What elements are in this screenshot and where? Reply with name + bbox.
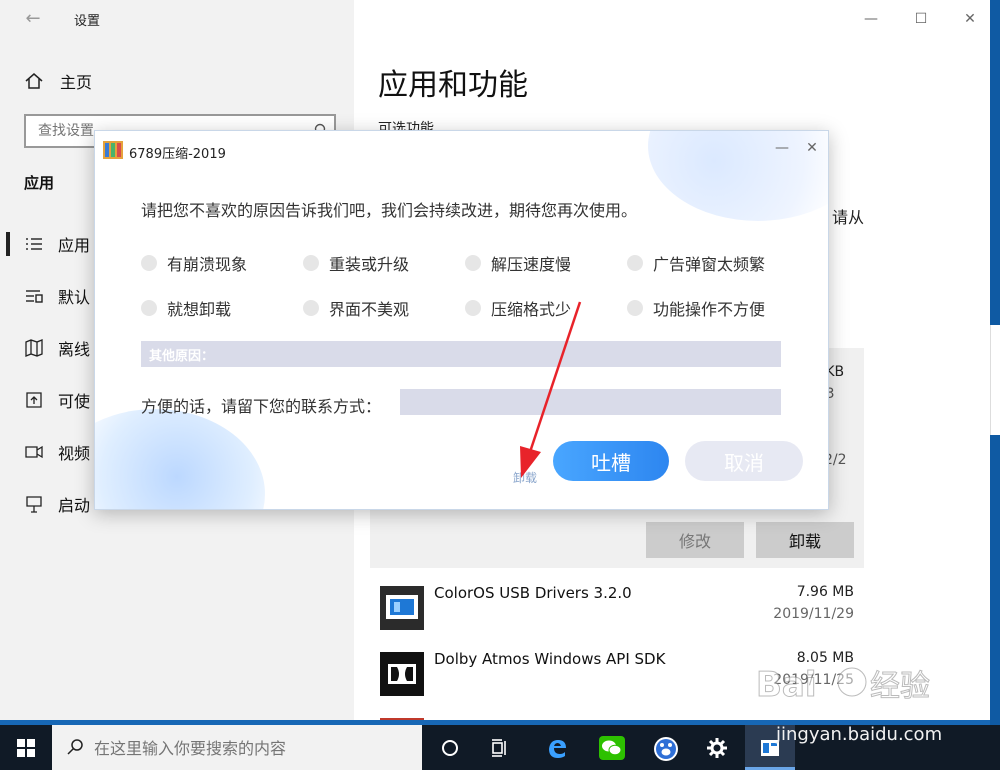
app-logo-icon (103, 141, 123, 159)
taskbar-search[interactable] (52, 725, 422, 770)
taskbar-search-input[interactable] (94, 735, 414, 761)
reason-label: 功能操作不方便 (653, 300, 766, 319)
app-icon (380, 718, 424, 720)
reason-label: 重装或升级 (329, 255, 410, 274)
contact-label: 方便的话，请留下您的联系方式： (141, 397, 382, 416)
sidebar-item-label: 启动 (58, 496, 91, 515)
radio-dot[interactable] (141, 300, 157, 316)
default-apps-icon (26, 290, 43, 303)
feedback-button[interactable]: 吐槽 (553, 441, 669, 481)
baidu-paw-icon (654, 737, 678, 761)
svg-text:经验: 经验 (870, 669, 930, 704)
app-date: 2019/11/29 (773, 606, 854, 622)
sidebar-item-label: 可使 (58, 392, 91, 411)
radio-dot[interactable] (303, 300, 319, 316)
settings-titlebar: ← 设置 — ☐ ✕ (0, 0, 990, 38)
app-icon (380, 586, 424, 630)
reason-option-slow[interactable]: 解压速度慢 (465, 251, 571, 275)
sidebar-item-label: 视频 (58, 444, 91, 463)
back-arrow-icon[interactable]: ← (22, 8, 44, 30)
edge-icon (549, 740, 566, 758)
app-size: 7.96 MB (796, 584, 854, 600)
reason-option-reinstall[interactable]: 重装或升级 (303, 251, 409, 275)
start-button[interactable] (0, 725, 52, 770)
dialog-close-button[interactable]: ✕ (799, 137, 825, 159)
settings-taskbar-button[interactable] (692, 725, 742, 770)
selection-indicator (6, 232, 10, 256)
dialog-minimize-button[interactable]: — (769, 137, 795, 159)
video-icon (25, 445, 43, 459)
task-view-icon (492, 739, 506, 757)
sidebar-section-title: 应用 (24, 174, 55, 192)
radio-dot[interactable] (465, 300, 481, 316)
cortana-button[interactable] (425, 725, 475, 770)
dialog-title: 6789压缩-2019 (129, 147, 226, 162)
home-icon (25, 73, 43, 89)
modify-button[interactable]: 修改 (646, 522, 744, 558)
sidebar-item-label: 离线 (58, 340, 91, 359)
sidebar-item-label: 应用 (58, 236, 91, 255)
reason-option-just-uninstall[interactable]: 就想卸载 (141, 296, 231, 320)
reason-option-ads[interactable]: 广告弹窗太频繁 (627, 251, 765, 275)
nav-home[interactable]: 主页 (24, 68, 92, 94)
gear-icon (707, 738, 727, 758)
task-view-button[interactable] (475, 725, 525, 770)
radio-dot[interactable] (141, 255, 157, 271)
baidu-netdisk-button[interactable] (640, 725, 690, 770)
reason-label: 压缩格式少 (491, 300, 572, 319)
dolby-icon (388, 664, 416, 684)
reason-option-ugly-ui[interactable]: 界面不美观 (303, 296, 409, 320)
uninstall-button[interactable]: 卸载 (756, 522, 854, 558)
reason-option-crash[interactable]: 有崩溃现象 (141, 251, 247, 275)
page-title: 应用和功能 (378, 68, 528, 103)
app-name: Dolby Atmos Windows API SDK (434, 650, 666, 668)
svg-text:Bai: Bai (756, 665, 817, 705)
app-name: ColorOS USB Drivers 3.2.0 (434, 584, 632, 602)
uninstall-link[interactable]: 卸载 (513, 469, 537, 486)
background-window-edge (990, 325, 1000, 435)
windows-logo-icon (17, 739, 35, 757)
uninstall-feedback-dialog: 6789压缩-2019 — ✕ 请把您不喜欢的原因告诉我们吧，我们会持续改进，期… (94, 130, 829, 510)
radio-dot[interactable] (465, 255, 481, 271)
settings-title: 设置 (74, 14, 101, 29)
app-list-item[interactable]: ColorOS USB Drivers 3.2.0 7.96 MB 2019/1… (370, 578, 864, 640)
map-icon (25, 339, 43, 357)
open-box-icon (26, 392, 42, 408)
reason-option-few-formats[interactable]: 压缩格式少 (465, 296, 571, 320)
edge-browser-button[interactable] (532, 725, 582, 770)
app-icon (380, 652, 424, 696)
wechat-button[interactable] (586, 725, 636, 770)
search-icon (67, 739, 83, 755)
radio-dot[interactable] (627, 255, 643, 271)
list-icon (26, 238, 42, 250)
decorative-blob (95, 409, 265, 509)
reason-label: 广告弹窗太频繁 (653, 255, 766, 274)
startup-icon (26, 496, 42, 513)
cortana-icon (442, 740, 458, 756)
nav-home-label: 主页 (60, 73, 93, 92)
contact-input[interactable] (400, 389, 781, 415)
watermark-url: jingyan.baidu.com (776, 724, 943, 745)
reason-label: 有崩溃现象 (167, 255, 248, 274)
radio-dot[interactable] (303, 255, 319, 271)
usb-driver-icon (386, 595, 418, 619)
dialog-prompt: 请把您不喜欢的原因告诉我们吧，我们会持续改进，期待您再次使用。 (141, 201, 638, 220)
sidebar-item-label: 默认 (58, 288, 91, 307)
content-peek-text: 请从 (832, 208, 865, 227)
cancel-button[interactable]: 取消 (685, 441, 803, 481)
radio-dot[interactable] (627, 300, 643, 316)
reason-option-hard-to-use[interactable]: 功能操作不方便 (627, 296, 765, 320)
other-reason-input[interactable] (141, 341, 781, 367)
other-reason-label: 其他原因： (149, 349, 215, 364)
maximize-button[interactable]: ☐ (906, 6, 936, 32)
reason-label: 就想卸载 (167, 300, 232, 319)
minimize-button[interactable]: — (856, 6, 886, 32)
wechat-icon (599, 736, 625, 760)
reason-label: 界面不美观 (329, 300, 410, 319)
reason-label: 解压速度慢 (491, 255, 572, 274)
close-button[interactable]: ✕ (955, 6, 985, 32)
